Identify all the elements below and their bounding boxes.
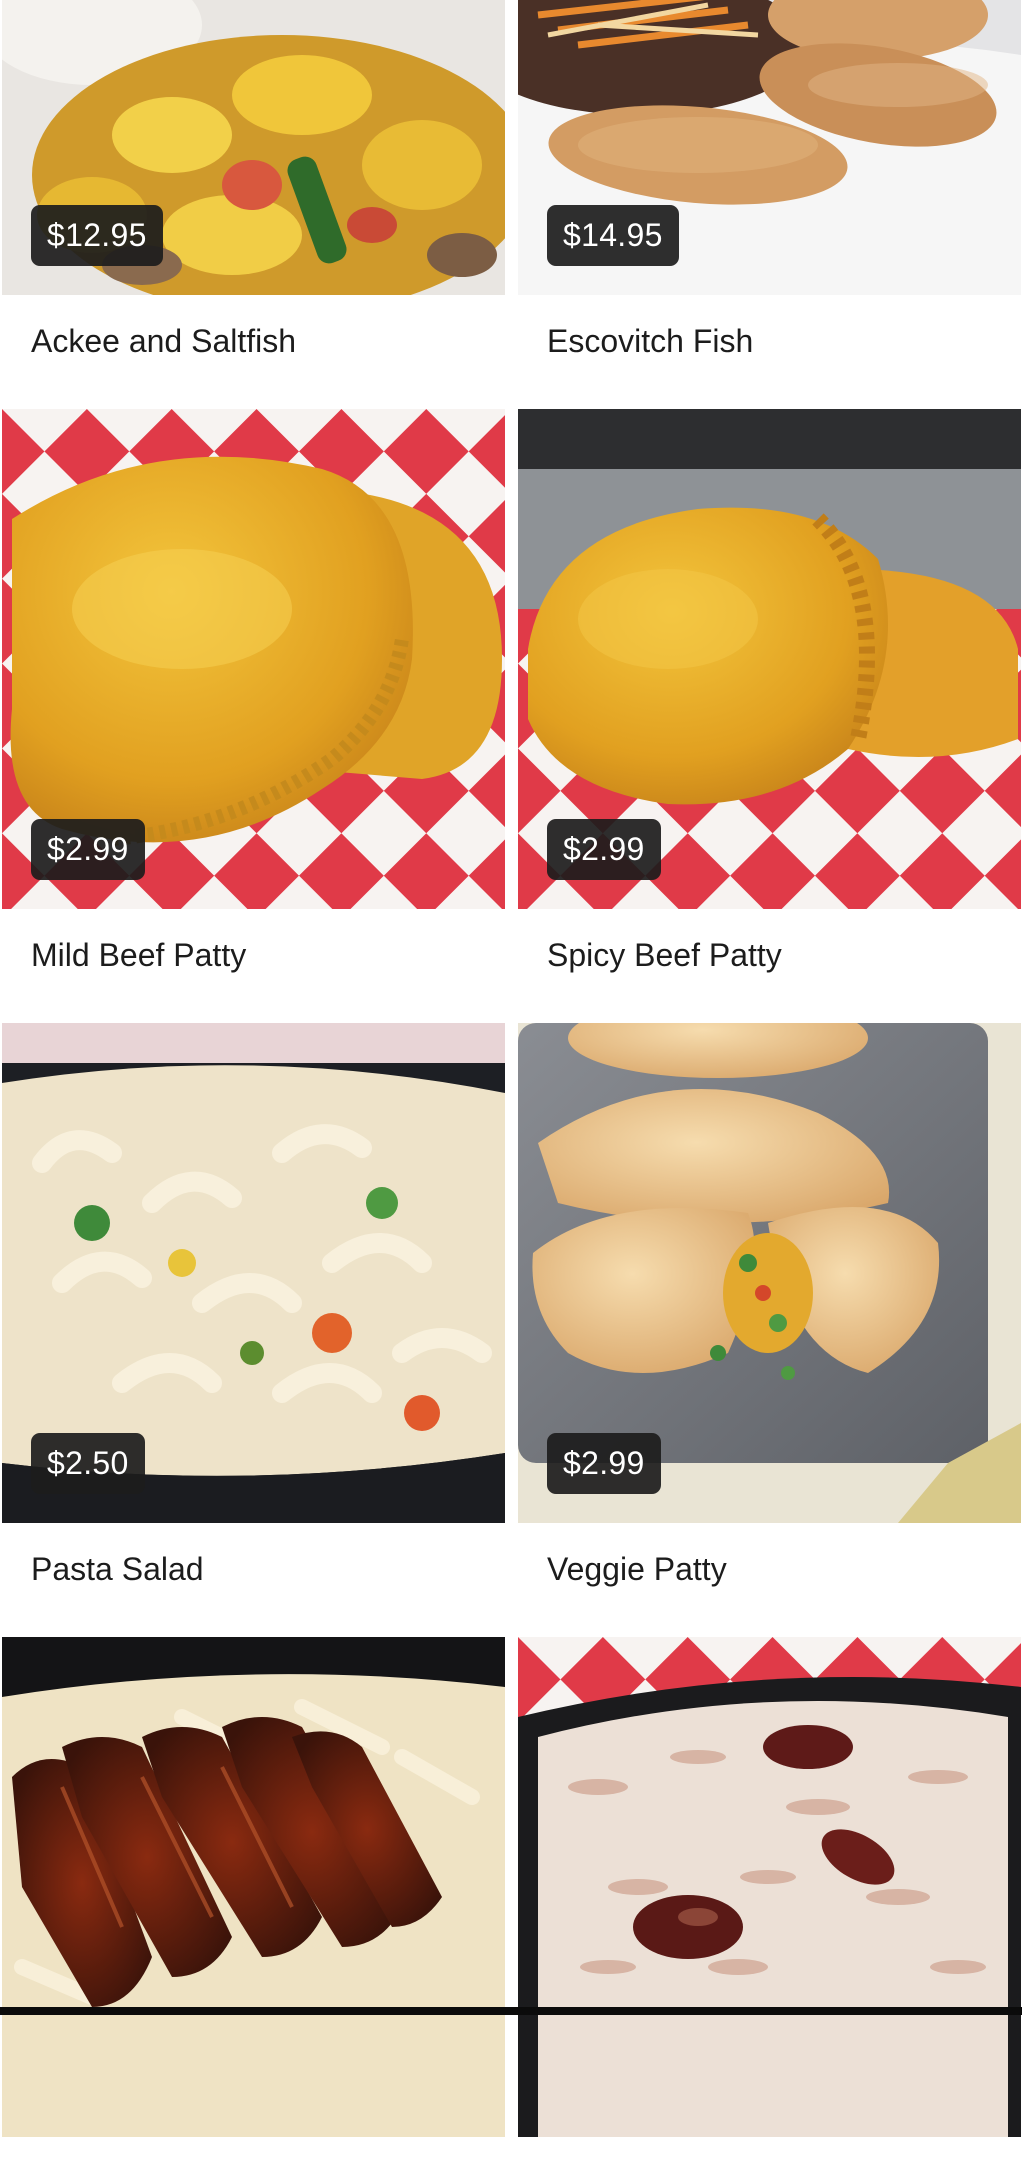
menu-item-card[interactable]: $2.99 Veggie Patty xyxy=(518,1023,1021,1591)
escovitch-fish-photo[interactable]: $14.95 xyxy=(518,0,1021,295)
price-badge: $2.50 xyxy=(31,1433,145,1494)
menu-item-card[interactable]: $2.50 Pasta Salad xyxy=(2,1023,505,1591)
ackee-saltfish-photo[interactable]: $12.95 xyxy=(2,0,505,295)
food-image xyxy=(518,1637,1021,2137)
item-name[interactable]: Veggie Patty xyxy=(547,1547,1021,1591)
menu-item-card[interactable]: $2.99 Mild Beef Patty xyxy=(2,409,505,977)
menu-item-card[interactable]: $2.99 Spicy Beef Patty xyxy=(518,409,1021,977)
food-image xyxy=(2,1637,505,2137)
menu-item-card[interactable]: $12.95 Ackee and Saltfish xyxy=(2,0,505,363)
bottom-edge-bar xyxy=(0,2007,1022,2015)
menu-item-card[interactable]: $14.95 Escovitch Fish xyxy=(518,0,1021,363)
mild-beef-patty-photo[interactable]: $2.99 xyxy=(2,409,505,909)
item-name[interactable]: Mild Beef Patty xyxy=(31,933,505,977)
veggie-patty-photo[interactable]: $2.99 xyxy=(518,1023,1021,1523)
menu-item-card[interactable] xyxy=(2,1637,505,2161)
item-name[interactable]: Pasta Salad xyxy=(31,1547,505,1591)
pasta-salad-photo[interactable]: $2.50 xyxy=(2,1023,505,1523)
item-name[interactable]: Spicy Beef Patty xyxy=(547,933,1021,977)
rice-and-peas-photo[interactable] xyxy=(518,1637,1021,2137)
price-badge: $14.95 xyxy=(547,205,679,266)
price-badge: $2.99 xyxy=(547,1433,661,1494)
item-name[interactable]: Ackee and Saltfish xyxy=(31,319,505,363)
item-name[interactable]: Escovitch Fish xyxy=(547,319,1021,363)
price-badge: $2.99 xyxy=(31,819,145,880)
menu-item-card[interactable] xyxy=(518,1637,1021,2161)
price-badge: $12.95 xyxy=(31,205,163,266)
spicy-beef-patty-photo[interactable]: $2.99 xyxy=(518,409,1021,909)
price-badge: $2.99 xyxy=(547,819,661,880)
jerk-chicken-photo[interactable] xyxy=(2,1637,505,2137)
